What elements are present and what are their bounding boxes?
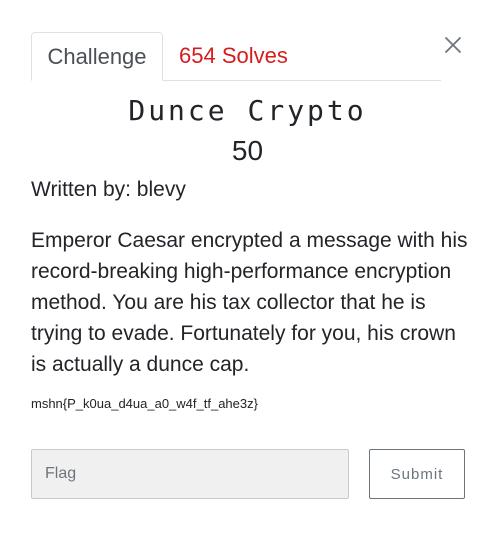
- challenge-author: Written by: blevy: [31, 178, 186, 201]
- tab-challenge[interactable]: Challenge: [31, 32, 163, 81]
- challenge-ciphertext: mshn{P_k0ua_d4ua_a0_w4f_tf_ahe3z}: [31, 396, 258, 411]
- modal-tabs: Challenge 654 Solves: [31, 32, 441, 81]
- tab-solves[interactable]: 654 Solves: [163, 32, 304, 80]
- challenge-modal: Challenge 654 Solves Dunce Crypto 50 Wri…: [0, 0, 495, 549]
- submit-button[interactable]: Submit: [369, 449, 465, 499]
- challenge-description: Emperor Caesar encrypted a message with …: [31, 229, 468, 376]
- close-button[interactable]: [440, 32, 466, 58]
- challenge-name: Dunce Crypto: [128, 94, 367, 127]
- close-icon: [445, 37, 461, 53]
- challenge-value: 50: [231, 135, 264, 166]
- flag-input[interactable]: [31, 449, 349, 499]
